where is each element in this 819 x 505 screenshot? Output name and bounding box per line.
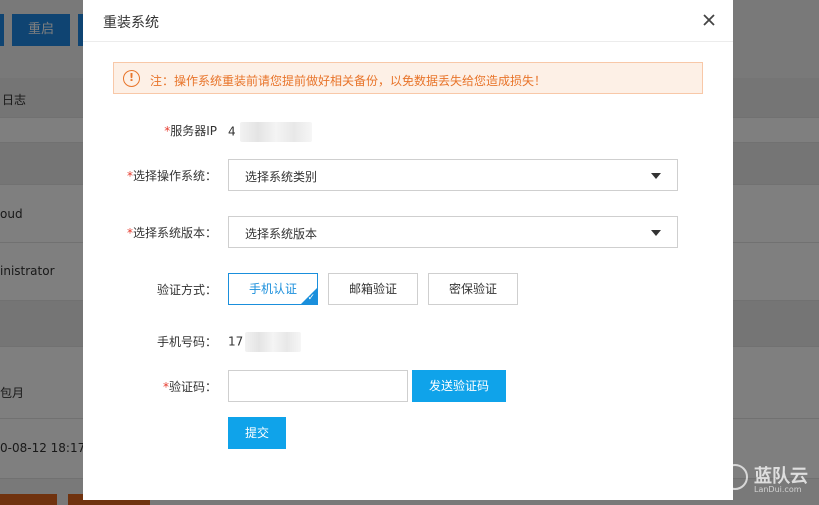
warning-text: 注：操作系统重装前请您提前做好相关备份，以免数据丢失给您造成损失！ [150,74,547,88]
watermark-logo-icon [722,464,748,490]
watermark: 蓝队云 LanDui.com [722,460,812,500]
verify-email-option[interactable]: 邮箱验证 [328,273,418,305]
phone-label: 手机号码： [156,335,217,349]
phone-value: 17 [228,332,302,352]
version-select-value: 选择系统版本 [245,227,318,241]
close-icon[interactable] [699,10,719,30]
dialog-title: 重装系统 [103,15,159,31]
caret-down-icon [651,173,661,179]
server-ip-label: *服务器IP [164,124,217,138]
submit-button[interactable]: 提交 [228,417,286,449]
reinstall-system-dialog: 重装系统 ! 注：操作系统重装前请您提前做好相关备份，以免数据丢失给您造成损失！… [83,0,733,500]
dialog-header: 重装系统 [83,0,733,42]
os-select[interactable]: 选择系统类别 [228,159,678,191]
verify-method-label: 验证方式： [156,283,217,297]
caret-down-icon [651,230,661,236]
os-select-value: 选择系统类别 [245,170,318,184]
verify-security-option[interactable]: 密保验证 [428,273,518,305]
watermark-subtext: LanDui.com [754,485,802,494]
version-select[interactable]: 选择系统版本 [228,216,678,248]
verification-code-input[interactable] [228,370,408,402]
warning-banner: ! 注：操作系统重装前请您提前做好相关备份，以免数据丢失给您造成损失！ [113,62,703,94]
version-label: *选择系统版本： [126,226,217,240]
server-ip-value: 4 [228,122,312,142]
os-label: *选择操作系统： [126,169,217,183]
blurred-ip [239,122,312,142]
blurred-phone [245,332,302,352]
send-code-button[interactable]: 发送验证码 [412,370,506,402]
code-label: *验证码： [162,380,217,394]
exclamation-icon: ! [123,70,140,87]
check-icon: ✓ [307,293,315,303]
verify-phone-option[interactable]: 手机认证 ✓ [228,273,318,305]
